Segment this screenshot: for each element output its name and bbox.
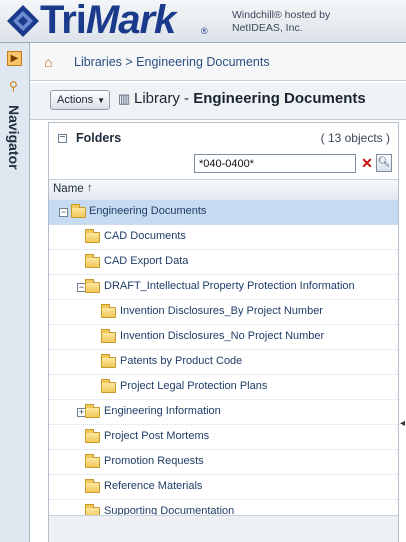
folder-row[interactable]: − Engineering Documents (49, 200, 398, 225)
page-header: Actions ▼ ▥ Library - Engineering Documen… (30, 83, 406, 120)
folder-icon (85, 404, 100, 418)
folder-name[interactable]: Engineering Information (104, 405, 221, 417)
folder-icon (101, 354, 116, 368)
folder-row[interactable]: Project Post Mortems (49, 425, 398, 450)
folder-name[interactable]: Invention Disclosures_By Project Number (120, 305, 323, 317)
folder-name[interactable]: Project Post Mortems (104, 430, 209, 442)
open-folder-icon (71, 204, 86, 218)
clear-filter-icon[interactable]: ✕ (360, 154, 374, 172)
page-title: Library - Engineering Documents (134, 90, 366, 107)
search-icon[interactable]: 🔍︎ (376, 154, 392, 172)
object-count: ( 13 objects ) (320, 131, 390, 145)
filter-input[interactable] (194, 154, 356, 173)
navigator-tab[interactable]: Navigator (5, 105, 25, 245)
page-title-main: Engineering Documents (193, 90, 366, 107)
home-icon[interactable]: ⌂ (44, 54, 52, 70)
folder-row[interactable]: Reference Materials (49, 475, 398, 500)
folder-icon (85, 279, 100, 293)
folder-icon (85, 429, 100, 443)
folder-icon (85, 254, 100, 268)
hosted-line-1: Windchill® hosted by (232, 9, 331, 21)
collapse-panel-icon[interactable]: − (58, 133, 67, 143)
panel-footer (49, 515, 398, 542)
folders-panel-header: − Folders ( 13 objects ) (49, 123, 398, 153)
column-header-name[interactable]: Name (53, 183, 84, 195)
folder-icon (101, 304, 116, 318)
navigator-search-icon[interactable]: ⚲ (9, 79, 18, 93)
folder-row[interactable]: Invention Disclosures_By Project Number (49, 300, 398, 325)
folder-row[interactable]: − DRAFT_Intellectual Property Protection … (49, 275, 398, 300)
chevron-down-icon: ▼ (97, 96, 105, 105)
folder-row[interactable]: Invention Disclosures_No Project Number (49, 325, 398, 350)
folder-name[interactable]: Project Legal Protection Plans (120, 380, 267, 392)
logo-text: TriMark (40, 0, 176, 42)
breadcrumb-bar: ⌂ Libraries > Engineering Documents (30, 44, 406, 81)
page-title-prefix: Library - (134, 90, 194, 107)
hosted-by-text: Windchill® hosted by NetIDEAS, Inc. (232, 9, 330, 35)
folders-title: Folders (76, 131, 122, 145)
folder-row[interactable]: CAD Export Data (49, 250, 398, 275)
folder-row[interactable]: + Engineering Information (49, 400, 398, 425)
folder-icon (85, 454, 100, 468)
collapse-icon[interactable]: − (59, 208, 68, 217)
folder-row[interactable]: Promotion Requests (49, 450, 398, 475)
folder-name[interactable]: Engineering Documents (89, 205, 206, 217)
folder-name[interactable]: Invention Disclosures_No Project Number (120, 330, 324, 342)
logo-text-mark: Mark (85, 0, 176, 42)
folder-name[interactable]: Promotion Requests (104, 455, 204, 467)
folder-tree: − Engineering Documents CAD Documents CAD E… (49, 200, 398, 525)
sort-ascending-icon[interactable]: ↑ (87, 182, 93, 194)
breadcrumb[interactable]: Libraries > Engineering Documents (74, 55, 270, 69)
folder-row[interactable]: Patents by Product Code (49, 350, 398, 375)
navigator-label: Navigator (6, 105, 22, 170)
folder-name[interactable]: CAD Documents (104, 230, 186, 242)
folder-name[interactable]: Reference Materials (104, 480, 202, 492)
folder-icon (101, 329, 116, 343)
folder-icon (85, 479, 100, 493)
folder-name[interactable]: Patents by Product Code (120, 355, 242, 367)
folder-icon (101, 379, 116, 393)
navigator-sidebar: ▶ ⚲ Navigator (0, 43, 30, 542)
folder-row[interactable]: CAD Documents (49, 225, 398, 250)
library-icon: ▥ (118, 91, 131, 106)
folder-icon (85, 229, 100, 243)
actions-label: Actions (57, 94, 94, 106)
banner: TriMark ® Windchill® hosted by NetIDEAS,… (0, 0, 406, 43)
logo-text-tri: Tri (40, 0, 87, 42)
hosted-line-2: NetIDEAS, Inc. (232, 22, 303, 34)
logo-icon (7, 5, 39, 37)
folder-name[interactable]: DRAFT_Intellectual Property Protection I… (104, 280, 355, 292)
actions-menu-button[interactable]: Actions ▼ (50, 90, 110, 110)
registered-mark: ® (201, 26, 208, 36)
resize-handle-icon[interactable]: ◂ (400, 418, 405, 429)
folders-panel: − Folders ( 13 objects ) ✕ 🔍︎ Name ↑ − En… (48, 122, 399, 542)
table-header: Name ↑ (49, 179, 398, 201)
folder-name[interactable]: CAD Export Data (104, 255, 188, 267)
expand-navigator-icon[interactable]: ▶ (7, 51, 22, 66)
folder-row[interactable]: Project Legal Protection Plans (49, 375, 398, 400)
